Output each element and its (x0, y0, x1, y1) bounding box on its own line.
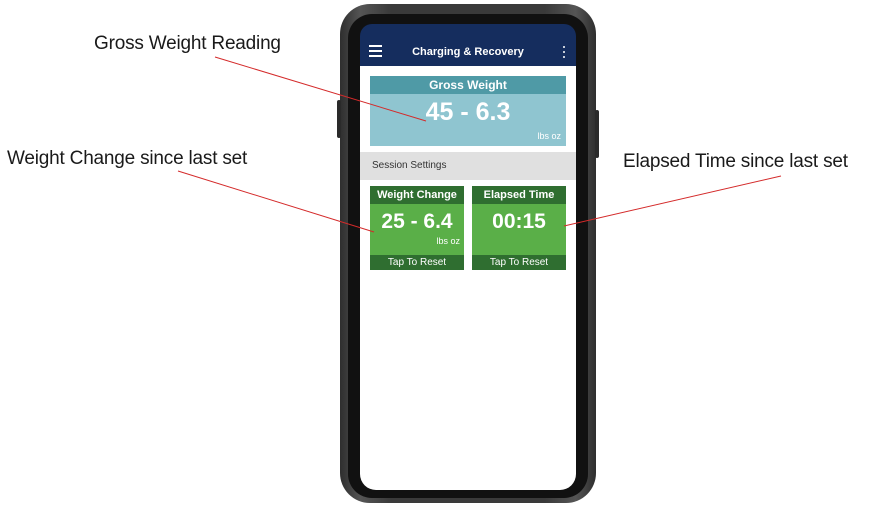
more-vertical-icon[interactable] (563, 46, 566, 58)
app-bar: Charging & Recovery (360, 38, 576, 66)
elapsed-time-reset-button[interactable]: Tap To Reset (472, 255, 566, 270)
elapsed-time-header: Elapsed Time (472, 186, 566, 204)
gross-weight-callout: Gross Weight Reading (94, 33, 281, 54)
elapsed-time-tile[interactable]: Elapsed Time 00:15 Tap To Reset (472, 186, 566, 270)
weight-change-value: 25 - 6.4 (381, 210, 453, 233)
session-settings-label: Session Settings (372, 160, 447, 171)
session-settings-bar[interactable]: Session Settings (360, 152, 576, 180)
app-title: Charging & Recovery (412, 46, 524, 58)
gross-weight-value: 45 - 6.3 (425, 98, 511, 126)
elapsed-time-callout: Elapsed Time since last set (623, 151, 848, 172)
gross-weight-header: Gross Weight (370, 76, 566, 94)
volume-button (337, 100, 341, 138)
weight-change-reset-button[interactable]: Tap To Reset (370, 255, 464, 270)
phone-screen: Charging & Recovery Gross Weight 45 - 6.… (360, 38, 576, 490)
weight-change-callout: Weight Change since last set (7, 148, 248, 169)
gross-weight-card: Gross Weight 45 - 6.3 lbs oz (370, 76, 566, 146)
weight-change-units: lbs oz (436, 236, 460, 246)
power-button (595, 110, 599, 158)
elapsed-time-value: 00:15 (492, 210, 546, 233)
gross-weight-units: lbs oz (537, 131, 561, 141)
weight-change-tile[interactable]: Weight Change 25 - 6.4 lbs oz Tap To Res… (370, 186, 464, 270)
elapsed-time-leader-line (563, 175, 782, 227)
weight-change-header: Weight Change (370, 186, 464, 204)
